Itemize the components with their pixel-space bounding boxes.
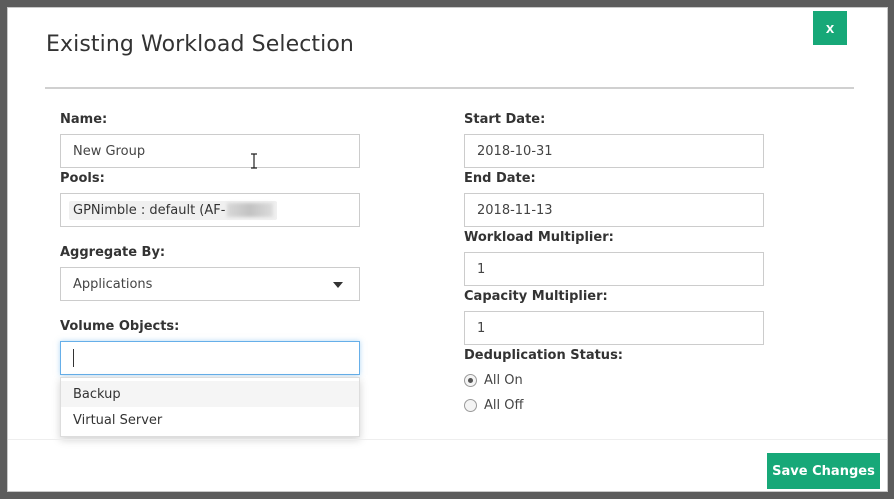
- start-date-input[interactable]: 2018-10-31: [464, 134, 764, 168]
- save-changes-button[interactable]: Save Changes: [767, 453, 880, 489]
- end-date-value: 2018-11-13: [477, 202, 553, 218]
- capacity-multiplier-value: 1: [477, 320, 486, 336]
- text-caret: [73, 349, 74, 367]
- volume-objects-input[interactable]: [60, 341, 360, 375]
- caret-down-icon: [333, 282, 343, 288]
- dialog-title: Existing Workload Selection: [46, 32, 354, 57]
- header-divider: [45, 87, 854, 89]
- capacity-multiplier-label: Capacity Multiplier:: [464, 289, 608, 304]
- start-date-label: Start Date:: [464, 112, 546, 127]
- redacted-blur: [227, 203, 274, 217]
- dropdown-option-backup[interactable]: Backup: [61, 381, 359, 407]
- name-input-value: New Group: [73, 143, 146, 159]
- dedup-option-all-on-label: All On: [484, 373, 523, 388]
- footer-divider: [8, 439, 887, 440]
- aggregate-select-value: Applications: [73, 276, 153, 292]
- dedup-option-all-off-label: All Off: [484, 398, 524, 413]
- workload-multiplier-value: 1: [477, 261, 486, 277]
- radio-unchecked-icon[interactable]: [464, 399, 477, 412]
- workload-multiplier-input[interactable]: 1: [464, 252, 764, 286]
- close-button[interactable]: x: [813, 11, 847, 45]
- dedup-option-all-on[interactable]: All On: [464, 373, 523, 388]
- end-date-input[interactable]: 2018-11-13: [464, 193, 764, 227]
- aggregate-label: Aggregate By:: [60, 245, 166, 260]
- start-date-value: 2018-10-31: [477, 143, 553, 159]
- text-cursor-icon: [251, 153, 257, 169]
- aggregate-select[interactable]: Applications: [60, 267, 360, 301]
- name-input[interactable]: New Group: [60, 134, 360, 168]
- capacity-multiplier-input[interactable]: 1: [464, 311, 764, 345]
- workload-selection-dialog: Existing Workload Selection x Name: New …: [7, 7, 888, 492]
- name-label: Name:: [60, 112, 108, 127]
- dedup-option-all-off[interactable]: All Off: [464, 398, 523, 413]
- radio-checked-icon[interactable]: [464, 374, 477, 387]
- end-date-label: End Date:: [464, 171, 536, 186]
- pools-label: Pools:: [60, 171, 105, 186]
- deduplication-status-label: Deduplication Status:: [464, 348, 624, 363]
- pools-input[interactable]: GPNimble : default (AF-: [60, 193, 360, 227]
- pool-tag[interactable]: GPNimble : default (AF-: [69, 200, 278, 220]
- volume-objects-label: Volume Objects:: [60, 319, 180, 334]
- volume-objects-dropdown: Backup Virtual Server: [60, 377, 360, 437]
- workload-multiplier-label: Workload Multiplier:: [464, 230, 614, 245]
- pool-tag-label: GPNimble : default (AF-: [73, 202, 226, 218]
- dropdown-option-virtual-server[interactable]: Virtual Server: [61, 407, 359, 433]
